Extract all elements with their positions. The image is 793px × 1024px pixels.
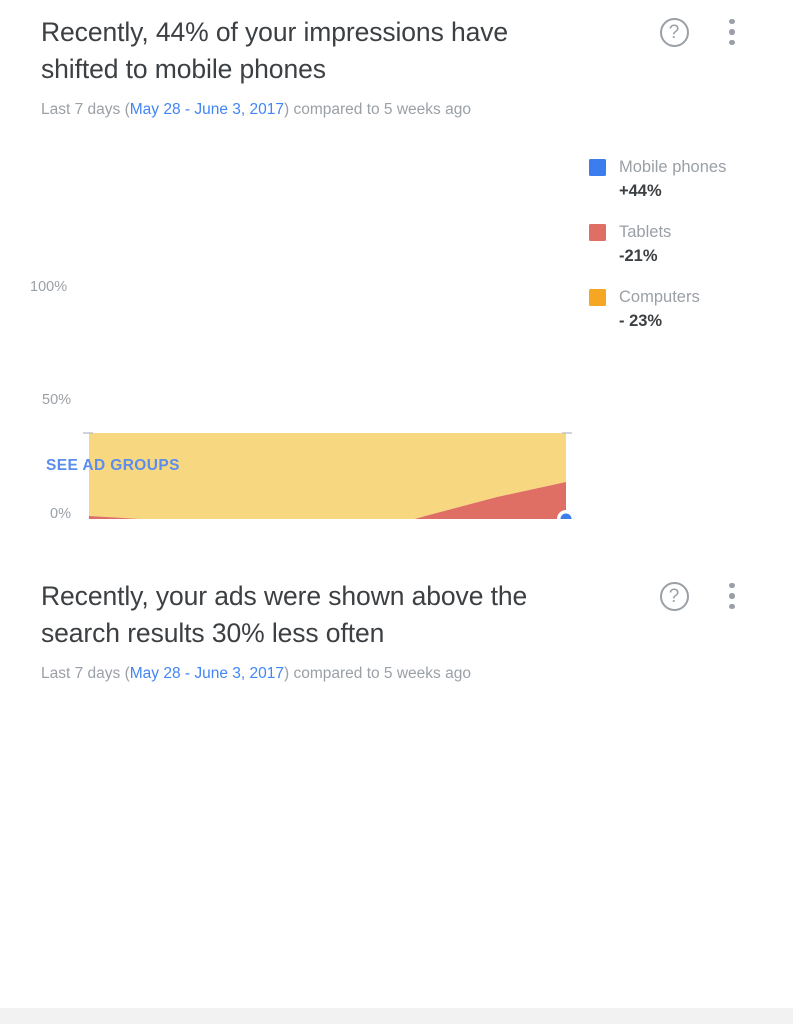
chart-legend: Mobile phones +44% Tablets -21% Computer… <box>589 158 789 353</box>
card-subtitle-2: Last 7 days (May 28 - June 3, 2017) comp… <box>41 663 753 684</box>
see-ad-groups-link[interactable]: SEE AD GROUPS <box>46 457 180 475</box>
insight-card-above-search: Recently, your ads were shown above the … <box>0 520 793 1010</box>
more-vert-icon <box>729 583 735 609</box>
help-button[interactable]: ? <box>659 17 689 47</box>
ytick-label-100: 100% <box>30 279 68 295</box>
date-range-link-2[interactable]: May 28 - June 3, 2017 <box>130 665 284 682</box>
legend-value-computers: - 23% <box>619 312 663 330</box>
help-button-2[interactable]: ? <box>659 581 689 611</box>
subtitle-suffix-2: ) compared to 5 weeks ago <box>284 665 471 682</box>
card-header-2: Recently, your ads were shown above the … <box>0 520 793 684</box>
legend-item-tablets[interactable]: Tablets -21% <box>589 223 789 266</box>
card-subtitle: Last 7 days (May 28 - June 3, 2017) comp… <box>41 99 753 120</box>
insight-card-mobile-shift: Recently, 44% of your impressions have s… <box>0 0 793 568</box>
legend-value-tablets: -21% <box>619 247 658 265</box>
legend-label-tablets: Tablets <box>619 223 672 241</box>
legend-swatch-mobile-phones <box>589 159 606 176</box>
legend-label-mobile-phones: Mobile phones <box>619 158 727 176</box>
subtitle-suffix: ) compared to 5 weeks ago <box>284 101 471 118</box>
page-title: Recently, 44% of your impressions have s… <box>41 17 509 84</box>
insights-page: Recently, 44% of your impressions have s… <box>0 0 793 1024</box>
legend-label-computers: Computers <box>619 288 700 306</box>
card-header-actions-2: ? <box>659 581 747 611</box>
subtitle-prefix: Last 7 days ( <box>41 101 130 118</box>
subtitle-prefix-2: Last 7 days ( <box>41 665 130 682</box>
ytick-label-50: 50% <box>42 392 72 408</box>
legend-value-mobile-phones: +44% <box>619 182 662 200</box>
card-overflow-menu-button[interactable] <box>717 17 747 47</box>
chart-2-svg <box>0 844 793 1024</box>
card-overflow-menu-button-2[interactable] <box>717 581 747 611</box>
legend-item-mobile-phones[interactable]: Mobile phones +44% <box>589 158 789 201</box>
page-title-2: Recently, your ads were shown above the … <box>41 581 528 648</box>
date-range-link[interactable]: May 28 - June 3, 2017 <box>130 101 284 118</box>
help-circle-icon: ? <box>659 17 689 47</box>
card-header-actions: ? <box>659 17 747 47</box>
legend-swatch-tablets <box>589 224 606 241</box>
bottom-band <box>0 1008 793 1024</box>
card-header: Recently, 44% of your impressions have s… <box>0 0 793 120</box>
help-circle-icon: ? <box>659 581 689 611</box>
legend-swatch-computers <box>589 289 606 306</box>
more-vert-icon <box>729 19 735 45</box>
legend-item-computers[interactable]: Computers - 23% <box>589 288 789 331</box>
